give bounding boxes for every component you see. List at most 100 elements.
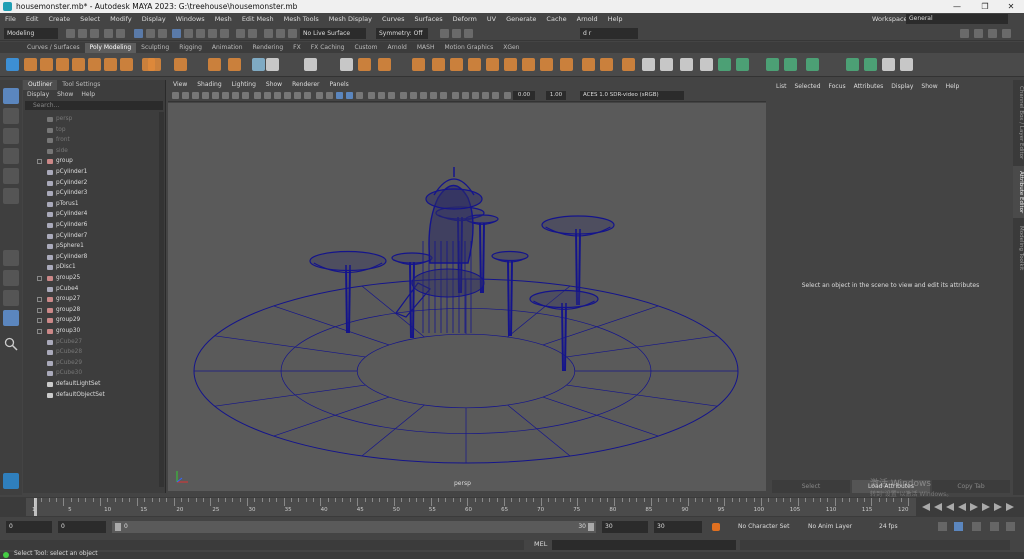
viewport-menu-lighting[interactable]: Lighting [227, 80, 261, 90]
viewport-menu-show[interactable]: Show [261, 80, 287, 90]
shelf-tab-custom[interactable]: Custom [349, 43, 382, 53]
multi-cut-icon[interactable] [560, 58, 573, 71]
expand-icon[interactable] [37, 307, 42, 313]
color-space-select[interactable]: ACES 1.0 SDR-video (sRGB) [580, 91, 684, 100]
character-set-select[interactable]: No Character Set [735, 521, 801, 533]
outliner-item-group29[interactable]: group29 [23, 315, 159, 326]
expand-icon[interactable] [37, 276, 42, 281]
tab-modeling-toolkit[interactable]: Modeling Toolkit [1013, 222, 1024, 274]
outliner-item-pdisc1[interactable]: pDisc1 [23, 262, 159, 273]
menu-display[interactable]: Display [137, 15, 171, 23]
undo-icon[interactable] [104, 29, 113, 38]
combine-icon[interactable] [266, 58, 279, 71]
current-frame-marker[interactable] [34, 498, 37, 516]
viewport-tool-23-icon[interactable] [410, 92, 417, 99]
type-icon[interactable] [208, 58, 221, 71]
smear-icon[interactable] [718, 58, 731, 71]
quad-draw-icon[interactable] [622, 58, 635, 71]
menu-mesh[interactable]: Mesh [210, 15, 237, 23]
svg-icon[interactable] [228, 58, 241, 71]
ae-menu-selected[interactable]: Selected [791, 80, 825, 94]
menu-help[interactable]: Help [603, 15, 628, 23]
viewport-tool-16-icon[interactable] [336, 92, 343, 99]
step-forward-frame-icon[interactable] [982, 503, 990, 511]
outliner-item-top[interactable]: top [23, 125, 159, 136]
outliner-item-pcylinder2[interactable]: pCylinder2 [23, 178, 159, 189]
pinch-icon[interactable] [680, 58, 693, 71]
key-ticks-icon[interactable] [990, 522, 999, 531]
shelf-tab-fx[interactable]: FX [288, 43, 306, 53]
target-weld-icon[interactable] [600, 58, 613, 71]
grab-icon[interactable] [700, 58, 713, 71]
tab-tool-settings[interactable]: Tool Settings [57, 80, 105, 90]
shelf-tab-mash[interactable]: MASH [412, 43, 440, 53]
tab-attribute-editor[interactable]: Attribute Editor [1013, 166, 1024, 218]
bevel-icon[interactable] [432, 58, 445, 71]
viewport-tool-29-icon[interactable] [472, 92, 479, 99]
select-by-object-icon[interactable] [146, 29, 155, 38]
super-shape-icon[interactable] [148, 58, 161, 71]
play-backward-icon[interactable] [958, 503, 966, 511]
anim-layer-select[interactable]: No Anim Layer [805, 521, 873, 533]
menu-create[interactable]: Create [43, 15, 75, 23]
outliner-item-pcylinder6[interactable]: pCylinder6 [23, 220, 159, 231]
snap-view-plane-icon[interactable] [208, 29, 217, 38]
shelf-settings-icon[interactable] [6, 58, 19, 71]
viewport-menu-panels[interactable]: Panels [324, 80, 353, 90]
viewport-tool-24-icon[interactable] [420, 92, 427, 99]
poly-cube-icon[interactable] [40, 58, 53, 71]
viewport-tool-7-icon[interactable] [242, 92, 249, 99]
live-surface-field[interactable]: No Live Surface [300, 28, 366, 39]
viewport-tool-1-icon[interactable] [182, 92, 189, 99]
select-tool-icon[interactable] [3, 88, 19, 104]
range-end-handle[interactable] [588, 523, 594, 531]
step-back-key-icon[interactable] [934, 503, 942, 511]
menu-edit-mesh[interactable]: Edit Mesh [237, 15, 279, 23]
save-scene-icon[interactable] [90, 29, 99, 38]
outliner-item-pcube4[interactable]: pCube4 [23, 284, 159, 295]
soft-select-icon[interactable] [464, 29, 473, 38]
menu-edit[interactable]: Edit [21, 15, 44, 23]
toggle-channel-box-icon[interactable] [1002, 29, 1011, 38]
tab-outliner[interactable]: Outliner [23, 80, 58, 90]
scale-tool-icon[interactable] [3, 188, 19, 204]
knife-icon[interactable] [882, 58, 895, 71]
menu-mesh-tools[interactable]: Mesh Tools [279, 15, 324, 23]
sweep-mesh-icon[interactable] [174, 58, 187, 71]
menu-curves[interactable]: Curves [377, 15, 410, 23]
viewport-tool-22-icon[interactable] [400, 92, 407, 99]
relax-icon[interactable] [660, 58, 673, 71]
minimize-button[interactable]: — [944, 0, 970, 13]
expand-icon[interactable] [37, 159, 42, 165]
offset-edge-loop-icon[interactable] [582, 58, 595, 71]
viewport-tool-18-icon[interactable] [356, 92, 363, 99]
outliner-item-group25[interactable]: group25 [23, 273, 159, 284]
viewport-tool-32-icon[interactable] [504, 92, 511, 99]
select-by-component-icon[interactable] [158, 29, 167, 38]
shelf-tab-motion-graphics[interactable]: Motion Graphics [439, 43, 498, 53]
expand-icon[interactable] [37, 297, 42, 303]
range-start-handle[interactable] [115, 523, 121, 531]
time-slider[interactable]: 1510152025303540455055606570758085909510… [26, 498, 916, 516]
viewport-tool-26-icon[interactable] [440, 92, 447, 99]
menu-generate[interactable]: Generate [501, 15, 541, 23]
outliner-menu-display[interactable]: Display [23, 90, 53, 100]
outliner-item-pcube28[interactable]: pCube28 [23, 347, 159, 358]
search-icon[interactable] [3, 336, 19, 352]
maximize-button[interactable]: ❐ [972, 0, 998, 13]
outliner-item-ptorus1[interactable]: pTorus1 [23, 199, 159, 210]
viewport-tool-5-icon[interactable] [222, 92, 229, 99]
viewport-tool-6-icon[interactable] [232, 92, 239, 99]
outliner-item-defaultobjectset[interactable]: defaultObjectSet [23, 390, 159, 401]
outliner-menu-help[interactable]: Help [77, 90, 99, 100]
outliner-item-pcylinder4[interactable]: pCylinder4 [23, 209, 159, 220]
sculpt-icon[interactable] [642, 58, 655, 71]
viewport-menu-shading[interactable]: Shading [192, 80, 226, 90]
outliner-item-group30[interactable]: group30 [23, 326, 159, 337]
viewport-tool-19-icon[interactable] [368, 92, 375, 99]
bulge-icon[interactable] [806, 58, 819, 71]
cache-playback-icon[interactable] [954, 522, 963, 531]
loop-icon[interactable] [938, 522, 947, 531]
shelf-tab-poly-modeling[interactable]: Poly Modeling [84, 43, 137, 53]
viewport-tool-27-icon[interactable] [452, 92, 459, 99]
